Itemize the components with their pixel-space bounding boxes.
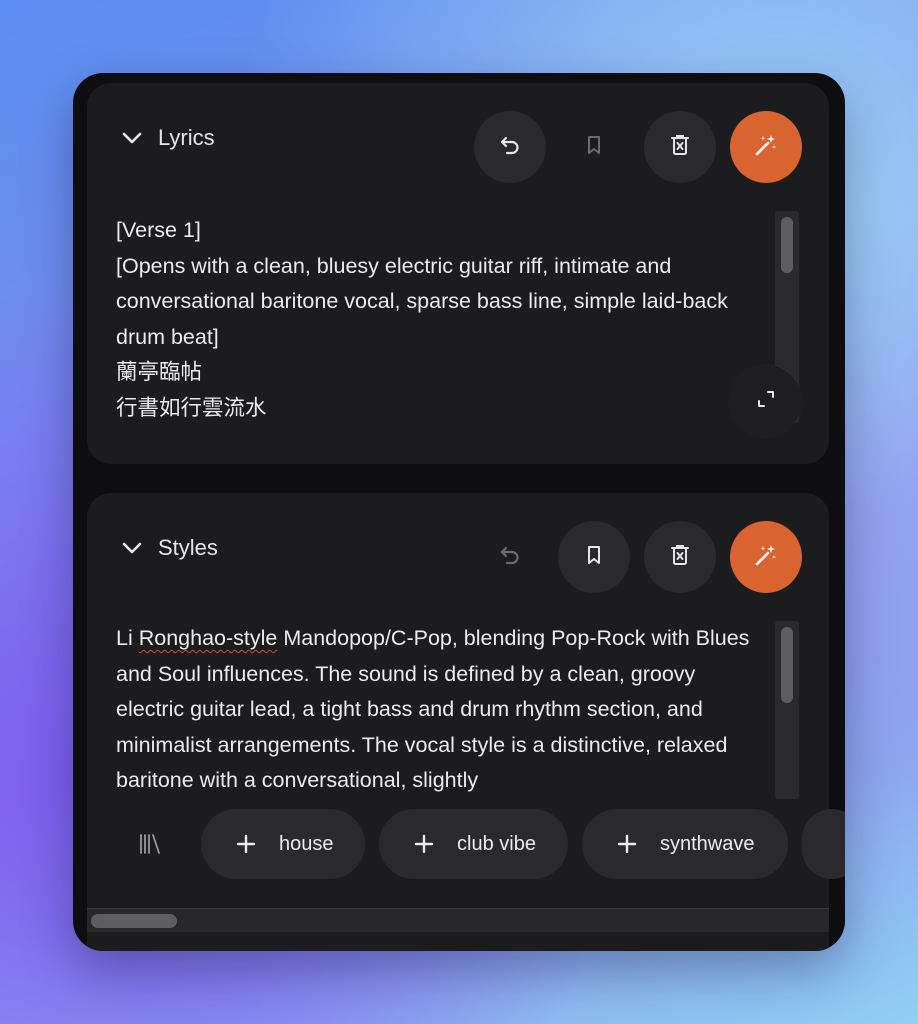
styles-undo-button[interactable]: [474, 521, 546, 593]
lyrics-expand-button[interactable]: [730, 365, 802, 437]
horizontal-scrollbar[interactable]: [87, 908, 829, 932]
chevron-down-icon[interactable]: [121, 537, 143, 559]
plus-icon: [616, 833, 638, 855]
styles-text-start: Li: [116, 626, 139, 650]
bookmark-icon: [583, 544, 605, 571]
tag-suggestions-row: house club vibe synthwave: [87, 808, 845, 880]
tag-pill-partial[interactable]: [802, 809, 845, 879]
lyrics-title[interactable]: Lyrics: [158, 125, 215, 151]
expand-icon: [756, 389, 776, 414]
styles-panel: Styles Li Ronghao-style Mandopop/C-Pop, …: [87, 493, 845, 951]
styles-header: Styles: [87, 493, 829, 603]
lyrics-generate-button[interactable]: [730, 111, 802, 183]
styles-scrollbar[interactable]: [775, 621, 799, 799]
styles-text-rest: Mandopop/C-Pop, blending Pop-Rock with B…: [116, 626, 756, 792]
plus-icon: [235, 833, 257, 855]
bookmark-icon: [583, 134, 605, 161]
lyrics-undo-button[interactable]: [474, 111, 546, 183]
lyrics-delete-button[interactable]: [644, 111, 716, 183]
tag-label: house: [279, 832, 334, 855]
styles-textarea[interactable]: Li Ronghao-style Mandopop/C-Pop, blendin…: [116, 621, 759, 799]
plus-icon: [413, 833, 435, 855]
chevron-down-icon[interactable]: [121, 127, 143, 149]
magic-wand-icon: [753, 542, 779, 573]
tag-label: club vibe: [457, 832, 536, 855]
tag-label: synthwave: [660, 832, 755, 855]
undo-icon: [498, 133, 522, 162]
library-icon[interactable]: [135, 829, 165, 859]
tag-pill-house[interactable]: house: [201, 809, 365, 879]
delete-icon: [669, 543, 691, 572]
lyrics-header: Lyrics: [87, 83, 829, 193]
delete-icon: [669, 133, 691, 162]
magic-wand-icon: [753, 132, 779, 163]
tag-pill-synthwave[interactable]: synthwave: [582, 809, 788, 879]
spellcheck-flagged-word[interactable]: Ronghao-style: [139, 626, 278, 650]
tag-pill-club-vibe[interactable]: club vibe: [379, 809, 568, 879]
lyrics-bookmark-button[interactable]: [558, 111, 630, 183]
lyrics-textarea[interactable]: [Verse 1] [Opens with a clean, bluesy el…: [116, 213, 747, 433]
lyrics-panel: Lyrics [Verse 1] [Opens with a clean, bl…: [87, 83, 829, 464]
horizontal-scroll-thumb[interactable]: [91, 914, 177, 928]
styles-delete-button[interactable]: [644, 521, 716, 593]
styles-title[interactable]: Styles: [158, 535, 218, 561]
styles-bookmark-button[interactable]: [558, 521, 630, 593]
styles-generate-button[interactable]: [730, 521, 802, 593]
undo-icon: [498, 543, 522, 572]
app-window: Lyrics [Verse 1] [Opens with a clean, bl…: [73, 73, 845, 951]
lyrics-scroll-thumb[interactable]: [781, 217, 793, 273]
styles-scroll-thumb[interactable]: [781, 627, 793, 703]
